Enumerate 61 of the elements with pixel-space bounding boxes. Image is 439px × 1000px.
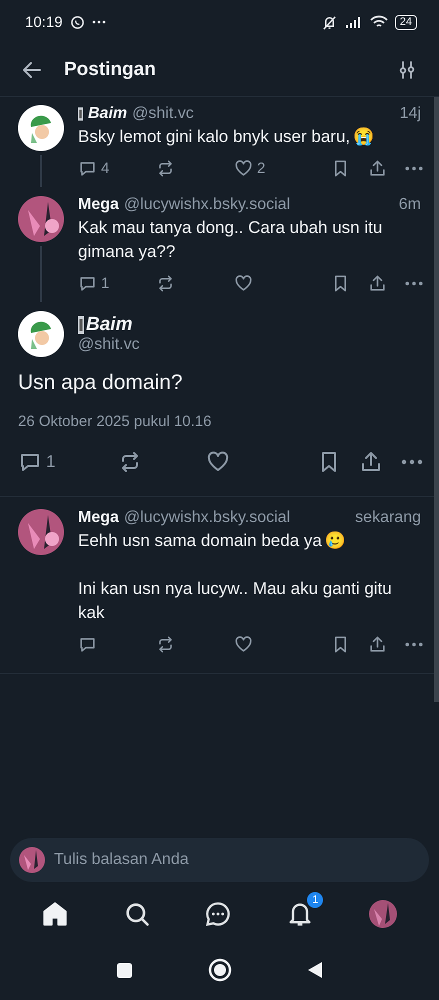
author-name[interactable]: Baim — [88, 105, 128, 123]
repost-icon — [156, 158, 175, 178]
battery-level: 24 — [394, 14, 417, 30]
more-dots-icon[interactable] — [405, 166, 423, 170]
reply-button[interactable]: 1 — [78, 274, 156, 292]
author-name[interactable]: Baim — [86, 314, 132, 336]
author-name[interactable]: Mega — [78, 196, 119, 214]
recents-icon[interactable] — [116, 962, 133, 978]
avatar[interactable] — [18, 196, 64, 242]
reply-button[interactable]: 4 — [78, 158, 156, 178]
filter-sliders-icon[interactable] — [397, 60, 417, 80]
emoji: 😭 — [353, 127, 374, 147]
avatar[interactable] — [18, 509, 64, 555]
post-text: Kak mau tanya dong.. Cara ubah usn itu gimana ya?? — [78, 218, 382, 261]
share-icon[interactable] — [368, 634, 387, 654]
avatar[interactable] — [18, 311, 64, 357]
post-date: 26 Oktober 2025 pukul 10.16 — [18, 413, 212, 430]
avatar[interactable] — [18, 105, 64, 151]
author-handle[interactable]: @lucywishx.bsky.social — [124, 509, 290, 527]
home-tab[interactable] — [40, 900, 69, 928]
heart-icon — [234, 274, 253, 292]
share-icon[interactable] — [368, 158, 387, 178]
like-button[interactable]: 2 — [234, 158, 312, 178]
profile-tab[interactable] — [368, 899, 398, 929]
reply-field[interactable]: Tulis balasan Anda — [10, 838, 429, 882]
heart-icon[interactable] — [206, 450, 230, 474]
post-text: Bsky lemot gini kalo bnyk user baru, — [78, 127, 350, 146]
home-circle-icon[interactable] — [208, 958, 232, 982]
reply-button[interactable]: 1 — [18, 450, 118, 474]
post-time: 6m — [398, 196, 421, 214]
muted-bell-icon — [320, 14, 338, 30]
wifi-icon — [370, 15, 388, 29]
author-handle[interactable]: @shit.vc — [132, 105, 194, 123]
heart-icon — [234, 634, 253, 654]
more-dots-icon[interactable] — [401, 459, 423, 465]
author-name[interactable]: Mega — [78, 509, 119, 527]
signal-icon — [344, 16, 363, 28]
chat-tab[interactable] — [204, 900, 232, 928]
clock: 10:19 — [25, 14, 63, 30]
more-dots-icon[interactable] — [405, 642, 423, 646]
author-handle[interactable]: @shit.vc — [78, 336, 140, 354]
repost-icon — [156, 274, 175, 292]
share-icon[interactable] — [368, 274, 387, 292]
post-time: 14j — [400, 105, 421, 123]
author-handle[interactable]: @lucywishx.bsky.social — [124, 196, 290, 214]
chat-bubble-icon — [70, 14, 85, 30]
share-icon[interactable] — [359, 450, 383, 474]
back-triangle-icon[interactable] — [307, 961, 323, 979]
heart-icon — [234, 158, 253, 178]
post-time: sekarang — [355, 509, 421, 527]
post-text: Usn apa domain? — [18, 371, 184, 395]
page-title: Postingan — [64, 59, 157, 81]
scrollbar[interactable] — [434, 97, 439, 702]
notification-count: 1 — [307, 892, 324, 908]
more-dots-icon[interactable] — [405, 280, 423, 286]
post-text: Ini kan usn nya lucyw.. Mau aku ganti gitu kak — [78, 578, 393, 624]
more-dots-icon — [92, 20, 106, 24]
emoji: 🥲 — [324, 531, 346, 551]
avatar — [19, 847, 45, 873]
post-text: Eehh usn sama domain beda ya — [78, 531, 322, 550]
repost-icon — [156, 634, 175, 654]
